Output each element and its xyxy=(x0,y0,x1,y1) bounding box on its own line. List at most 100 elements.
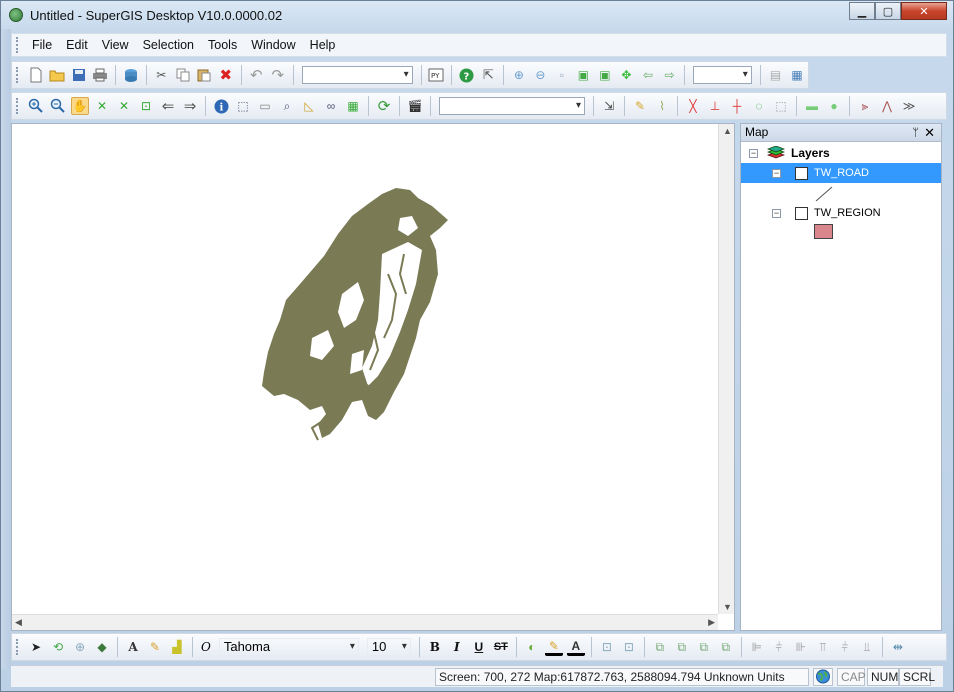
toolbar-grip[interactable] xyxy=(16,98,19,114)
more-tools-icon[interactable]: ≫ xyxy=(900,97,918,115)
menu-help[interactable]: Help xyxy=(303,38,343,52)
save-icon[interactable] xyxy=(70,66,88,84)
scroll-up-arrow-icon[interactable]: ▲ xyxy=(723,126,732,136)
highlight-icon[interactable]: ▟ xyxy=(168,638,186,656)
zoom-out-icon[interactable] xyxy=(49,97,67,115)
print-icon[interactable] xyxy=(92,66,110,84)
rectangle-icon[interactable]: ▬ xyxy=(803,97,821,115)
copy-icon[interactable] xyxy=(174,66,192,84)
font-size-combo[interactable]: 10 xyxy=(366,638,411,656)
close-button[interactable]: ✕ xyxy=(901,2,947,20)
layer-row-tw-region[interactable]: − TW_REGION xyxy=(772,203,932,223)
full-extent-icon[interactable]: ▣ xyxy=(575,66,593,84)
back-arrow-icon[interactable]: ⇐ xyxy=(159,97,177,115)
select-features-icon[interactable]: ⬚ xyxy=(234,97,252,115)
bring-front-icon[interactable]: ⧉ xyxy=(651,638,669,656)
zoom-selection-icon[interactable]: ⊡ xyxy=(137,97,155,115)
rotate-icon[interactable]: ◌ xyxy=(750,97,768,115)
layer-visibility-checkbox[interactable] xyxy=(795,206,808,220)
collapse-icon[interactable]: − xyxy=(772,208,781,218)
hyperlink-icon[interactable]: ∞ xyxy=(322,97,340,115)
menu-file[interactable]: File xyxy=(25,38,59,52)
add-data-icon[interactable] xyxy=(122,66,140,84)
perpendicular-icon[interactable]: ⊥ xyxy=(706,97,724,115)
delete-icon[interactable]: ✖ xyxy=(217,66,235,84)
collapse-icon[interactable]: − xyxy=(772,168,781,178)
font-color-icon[interactable]: A xyxy=(566,638,585,656)
scale-icon[interactable]: ⬚ xyxy=(772,97,790,115)
draw-shape-icon[interactable]: ◆ xyxy=(93,638,111,656)
vertical-scrollbar[interactable]: ▲ ▼ xyxy=(718,124,734,614)
ungroup-icon[interactable]: ⊡ xyxy=(620,638,638,656)
fixed-zoom-out-icon[interactable]: ⊖ xyxy=(532,66,550,84)
whats-this-icon[interactable]: ⇱ xyxy=(480,66,498,84)
rotate-element-icon[interactable]: ⟲ xyxy=(49,638,67,656)
layout-icon[interactable]: ▤ xyxy=(767,66,785,84)
target-layer-combo[interactable] xyxy=(439,97,585,115)
edit-tool-icon[interactable]: ⇲ xyxy=(600,97,618,115)
help-icon[interactable]: ? xyxy=(458,66,476,84)
zoom-page-icon[interactable]: ⊕ xyxy=(71,638,89,656)
intersection-icon[interactable]: ┼ xyxy=(728,97,746,115)
pan-hand-icon[interactable]: ✋ xyxy=(71,97,89,115)
vertex-edit-icon[interactable]: ⌇ xyxy=(653,97,671,115)
font-family-combo[interactable]: Tahoma xyxy=(218,638,359,656)
zoom-selected-icon[interactable]: ▣ xyxy=(596,66,614,84)
map-layout-icon[interactable]: ▦ xyxy=(788,66,806,84)
split-tool-icon[interactable]: ╳ xyxy=(684,97,702,115)
map-scale-combo[interactable] xyxy=(301,66,413,84)
italic-button[interactable]: I xyxy=(448,638,466,656)
toolbar-grip[interactable] xyxy=(16,639,19,655)
new-document-icon[interactable] xyxy=(27,66,45,84)
map-canvas[interactable] xyxy=(12,124,718,614)
align-top-icon[interactable]: ⫪ xyxy=(814,638,832,656)
undo-icon[interactable]: ↶ xyxy=(248,66,266,84)
cut-icon[interactable]: ✂ xyxy=(152,66,170,84)
identify-icon[interactable]: i xyxy=(212,97,230,115)
menu-edit[interactable]: Edit xyxy=(59,38,95,52)
menu-view[interactable]: View xyxy=(95,38,136,52)
callout-icon[interactable]: ✎ xyxy=(146,638,164,656)
menu-window[interactable]: Window xyxy=(244,38,302,52)
scroll-left-arrow-icon[interactable]: ◀ xyxy=(15,617,22,628)
find-icon[interactable]: ⌕ xyxy=(278,97,296,115)
strikethrough-button[interactable]: ST xyxy=(492,638,510,656)
underline-button[interactable]: U xyxy=(470,638,488,656)
measure-icon[interactable]: ◺ xyxy=(300,97,318,115)
sketch-pencil-icon[interactable]: ✎ xyxy=(631,97,649,115)
zoom-in-icon[interactable] xyxy=(27,97,45,115)
bold-button[interactable]: B xyxy=(426,638,444,656)
zoom-layer-icon[interactable]: ▫ xyxy=(553,66,571,84)
open-folder-icon[interactable] xyxy=(48,66,66,84)
menu-selection[interactable]: Selection xyxy=(136,38,201,52)
select-element-icon[interactable]: ➤ xyxy=(27,638,45,656)
fixed-zoom-in-icon[interactable]: ⊕ xyxy=(510,66,528,84)
align-middle-icon[interactable]: ⫩ xyxy=(836,638,854,656)
next-extent-icon[interactable]: ⇨ xyxy=(661,66,679,84)
forward-arrow-icon[interactable]: ⇒ xyxy=(181,97,199,115)
group-icon[interactable]: ⊡ xyxy=(598,638,616,656)
align-right-icon[interactable]: ⊪ xyxy=(792,638,810,656)
bring-forward-icon[interactable]: ⧉ xyxy=(695,638,713,656)
refresh-icon[interactable]: ⟳ xyxy=(375,97,393,115)
animation-icon[interactable]: 🎬︎ xyxy=(406,97,424,115)
scroll-right-arrow-icon[interactable]: ▶ xyxy=(708,617,715,628)
circle-icon[interactable]: ● xyxy=(825,97,843,115)
map-view[interactable]: ▲ ▼ ◀ ▶ xyxy=(11,123,735,631)
pin-icon[interactable]: ᛘ xyxy=(912,125,919,142)
align-bottom-icon[interactable]: ⫫ xyxy=(858,638,876,656)
align-left-icon[interactable]: ⊫ xyxy=(748,638,766,656)
horizontal-scrollbar[interactable]: ◀ ▶ xyxy=(12,614,718,630)
attribute-table-icon[interactable]: ▦ xyxy=(344,97,362,115)
align-center-icon[interactable]: ⫩ xyxy=(770,638,788,656)
paste-icon[interactable] xyxy=(196,66,214,84)
menu-tools[interactable]: Tools xyxy=(201,38,244,52)
clear-selection-icon[interactable]: ▭ xyxy=(256,97,274,115)
text-tool-icon[interactable]: A xyxy=(124,638,142,656)
zoom-extent-icon[interactable]: ✕ xyxy=(115,97,133,115)
toolbar-grip[interactable] xyxy=(16,67,19,83)
line-color-icon[interactable]: ✎ xyxy=(544,638,563,656)
fill-color-icon[interactable]: ◐ xyxy=(523,638,541,656)
tree-root-layers[interactable]: − Layers xyxy=(749,143,939,163)
layer-visibility-checkbox[interactable]: ✔ xyxy=(795,166,808,180)
